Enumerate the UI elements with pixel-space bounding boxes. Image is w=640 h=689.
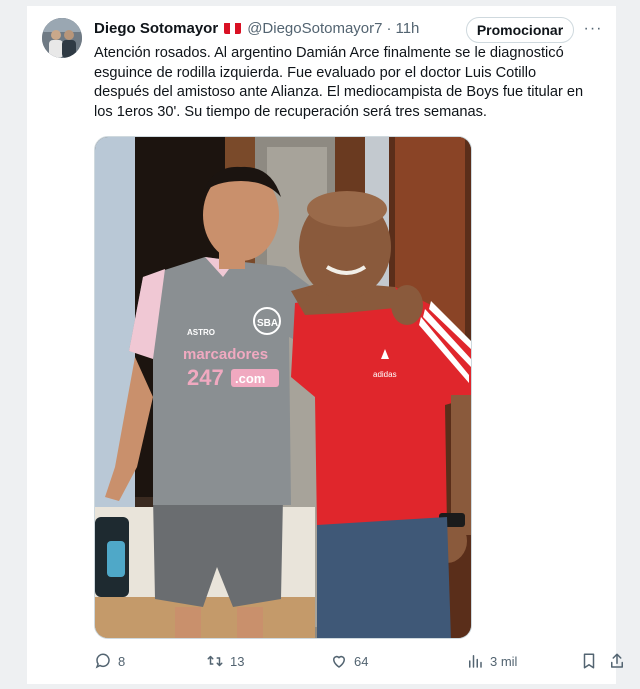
repost-icon	[207, 655, 223, 667]
share-icon	[611, 653, 623, 668]
tweet-card[interactable]: Diego Sotomayor @DiegoSotomayor7 · 11h P…	[27, 6, 623, 684]
flag-icon	[224, 22, 242, 34]
reply-count: 8	[118, 653, 126, 669]
promote-button[interactable]: Promocionar	[466, 17, 574, 43]
timestamp[interactable]: 11h	[395, 20, 419, 37]
tshirt-brand-text: adidas	[373, 370, 397, 379]
views-count: 3 mil	[490, 653, 518, 669]
separator-dot: ·	[386, 19, 392, 37]
tweet-header: Diego Sotomayor @DiegoSotomayor7 · 11h	[94, 18, 419, 38]
bookmark-icon	[583, 653, 595, 669]
views-button[interactable]: 3 mil	[466, 650, 517, 672]
like-icon	[332, 655, 346, 668]
share-button[interactable]	[608, 650, 626, 672]
repost-button[interactable]: 13	[206, 650, 244, 672]
like-count: 64	[354, 653, 369, 669]
tweet-text: Atención rosados. Al argentino Damián Ar…	[94, 45, 584, 120]
tweet-photo[interactable]: marcadores 247 .com SBA ASTRO adidas	[94, 136, 472, 639]
jersey-brand-text: marcadores	[183, 346, 268, 363]
author-handle[interactable]: @DiegoSotomayor7	[247, 20, 382, 37]
author-name[interactable]: Diego Sotomayor	[94, 20, 218, 37]
tweet-actions: 8 13 64 3 mil	[94, 650, 623, 674]
reply-button[interactable]: 8	[94, 650, 125, 672]
bookmark-button[interactable]	[580, 650, 598, 672]
repost-count: 13	[230, 653, 245, 669]
like-button[interactable]: 64	[330, 650, 368, 672]
reply-icon	[95, 653, 110, 669]
jersey-maker-text: ASTRO	[187, 328, 215, 337]
jersey-club-text: SBA	[257, 318, 278, 329]
views-icon	[469, 655, 482, 668]
jersey-number-text: 247	[187, 365, 224, 390]
jersey-domain-text: .com	[235, 371, 265, 386]
avatar[interactable]	[42, 18, 82, 58]
more-icon[interactable]: ···	[583, 20, 603, 40]
